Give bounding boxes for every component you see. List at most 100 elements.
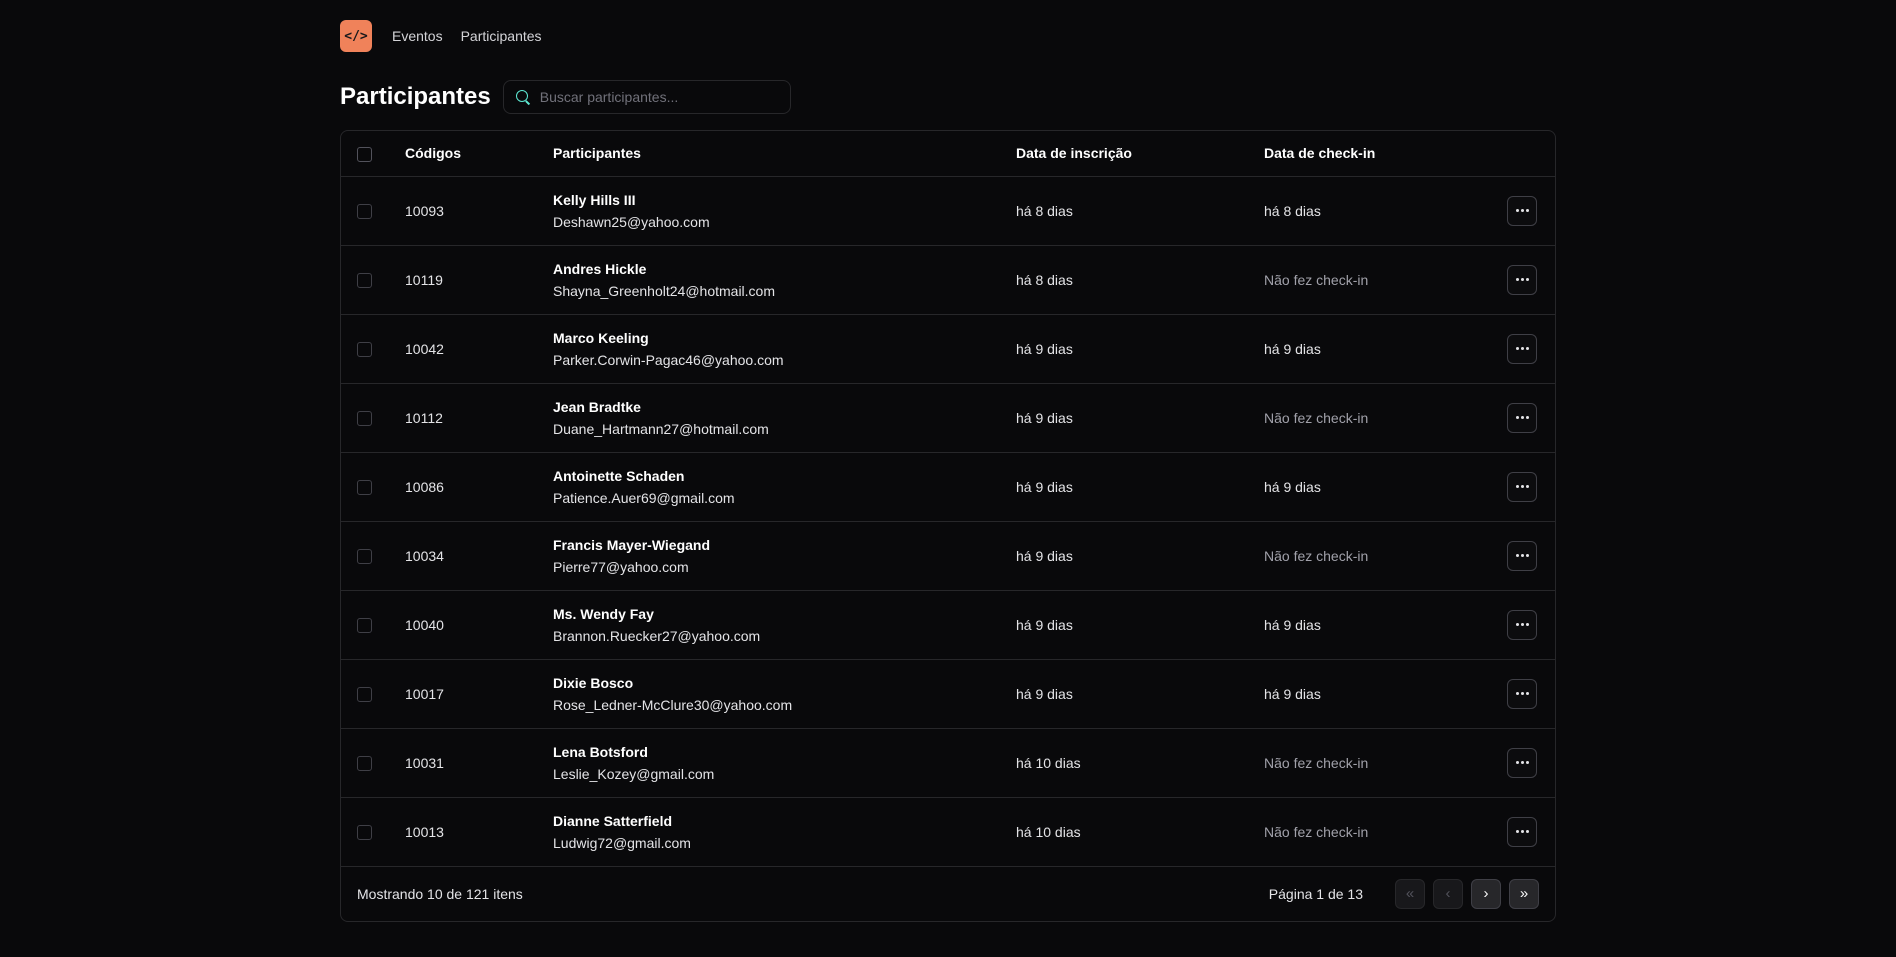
table-footer: Mostrando 10 de 121 itens Página 1 de 13… xyxy=(341,867,1555,921)
participant-cell: Marco Keeling Parker.Corwin-Pagac46@yaho… xyxy=(553,314,1016,383)
participant-code: 10013 xyxy=(405,823,444,840)
more-dots-icon xyxy=(1515,761,1519,764)
registered-date: há 9 dias xyxy=(1016,616,1073,633)
participant-code: 10119 xyxy=(405,271,443,288)
showing-count: Mostrando 10 de 121 itens xyxy=(357,885,523,902)
participant-name: Kelly Hills III xyxy=(553,191,636,208)
registered-date: há 9 dias xyxy=(1016,340,1073,357)
more-options-button[interactable] xyxy=(1507,816,1537,847)
participant-email: Ludwig72@gmail.com xyxy=(553,834,691,851)
select-all-checkbox[interactable] xyxy=(357,146,372,162)
checkin-date: Não fez check-in xyxy=(1264,754,1369,771)
table-row: 10013 Dianne Satterfield Ludwig72@gmail.… xyxy=(341,797,1555,866)
participant-cell: Jean Bradtke Duane_Hartmann27@hotmail.co… xyxy=(553,383,1016,452)
main-nav: Eventos Participantes xyxy=(392,28,560,44)
participant-code: 10042 xyxy=(405,340,444,357)
col-header-registered: Data de inscrição xyxy=(1016,145,1132,162)
table-row: 10112 Jean Bradtke Duane_Hartmann27@hotm… xyxy=(341,383,1555,452)
checkin-date: há 9 dias xyxy=(1264,478,1321,495)
checkin-date: há 9 dias xyxy=(1264,685,1321,702)
registered-date: há 10 dias xyxy=(1016,823,1081,840)
search-input[interactable] xyxy=(539,89,778,105)
participant-email: Patience.Auer69@gmail.com xyxy=(553,489,735,506)
more-dots-icon xyxy=(1515,278,1519,281)
table-row: 10086 Antoinette Schaden Patience.Auer69… xyxy=(341,452,1555,521)
row-checkbox[interactable] xyxy=(357,755,372,771)
participant-email: Rose_Ledner-McClure30@yahoo.com xyxy=(553,696,793,713)
next-page-button[interactable]: › xyxy=(1471,878,1501,909)
participant-email: Parker.Corwin-Pagac46@yahoo.com xyxy=(553,351,784,368)
row-checkbox[interactable] xyxy=(357,617,372,633)
more-dots-icon xyxy=(1515,347,1519,350)
app-container: </> Eventos Participantes Participantes … xyxy=(340,0,1556,922)
participant-code: 10017 xyxy=(405,685,444,702)
row-checkbox[interactable] xyxy=(357,410,372,426)
checkin-date: Não fez check-in xyxy=(1264,271,1369,288)
nav-participantes[interactable]: Participantes xyxy=(461,28,542,44)
prev-page-button[interactable]: ‹ xyxy=(1433,878,1463,909)
row-checkbox[interactable] xyxy=(357,479,372,495)
table-row: 10031 Lena Botsford Leslie_Kozey@gmail.c… xyxy=(341,728,1555,797)
logo-icon[interactable]: </> xyxy=(340,20,372,52)
participant-code: 10034 xyxy=(405,547,444,564)
participant-code: 10093 xyxy=(405,202,444,219)
participant-code: 10040 xyxy=(405,616,444,633)
more-dots-icon xyxy=(1515,623,1519,626)
participant-email: Leslie_Kozey@gmail.com xyxy=(553,765,715,782)
participant-code: 10031 xyxy=(405,754,444,771)
participant-name: Lena Botsford xyxy=(553,743,648,760)
more-dots-icon xyxy=(1515,416,1519,419)
row-checkbox[interactable] xyxy=(357,341,372,357)
table-row: 10093 Kelly Hills III Deshawn25@yahoo.co… xyxy=(341,176,1555,245)
more-options-button[interactable] xyxy=(1507,747,1537,778)
checkin-date: há 9 dias xyxy=(1264,340,1321,357)
row-checkbox[interactable] xyxy=(357,272,372,288)
registered-date: há 9 dias xyxy=(1016,478,1073,495)
table-row: 10017 Dixie Bosco Rose_Ledner-McClure30@… xyxy=(341,659,1555,728)
registered-date: há 9 dias xyxy=(1016,409,1073,426)
more-dots-icon xyxy=(1515,209,1519,212)
more-options-button[interactable] xyxy=(1507,333,1537,364)
first-page-button[interactable]: « xyxy=(1395,878,1425,909)
last-page-button[interactable]: » xyxy=(1509,878,1539,909)
participant-name: Francis Mayer-Wiegand xyxy=(553,536,711,553)
row-checkbox[interactable] xyxy=(357,203,372,219)
more-options-button[interactable] xyxy=(1507,471,1537,502)
table-row: 10042 Marco Keeling Parker.Corwin-Pagac4… xyxy=(341,314,1555,383)
search-box[interactable] xyxy=(502,80,791,114)
row-checkbox[interactable] xyxy=(357,824,372,840)
participant-cell: Lena Botsford Leslie_Kozey@gmail.com xyxy=(553,728,1016,797)
participant-cell: Dixie Bosco Rose_Ledner-McClure30@yahoo.… xyxy=(553,659,1016,728)
more-options-button[interactable] xyxy=(1507,264,1537,295)
pagination: Página 1 de 13 « ‹ › » xyxy=(1268,878,1539,909)
search-icon xyxy=(515,90,530,104)
col-header-checkin: Data de check-in xyxy=(1264,145,1376,162)
participant-code: 10086 xyxy=(405,478,444,495)
checkin-date: Não fez check-in xyxy=(1264,409,1369,426)
participant-name: Andres Hickle xyxy=(553,260,647,277)
page-info: Página 1 de 13 xyxy=(1268,885,1363,902)
more-dots-icon xyxy=(1515,692,1519,695)
more-options-button[interactable] xyxy=(1507,609,1537,640)
registered-date: há 8 dias xyxy=(1016,271,1073,288)
more-options-button[interactable] xyxy=(1507,678,1537,709)
row-checkbox[interactable] xyxy=(357,548,372,564)
participant-cell: Andres Hickle Shayna_Greenholt24@hotmail… xyxy=(553,245,1016,314)
nav-eventos[interactable]: Eventos xyxy=(392,28,443,44)
registered-date: há 9 dias xyxy=(1016,685,1073,702)
more-dots-icon xyxy=(1515,554,1519,557)
more-options-button[interactable] xyxy=(1507,402,1537,433)
top-nav: </> Eventos Participantes xyxy=(340,0,1556,72)
col-header-code: Códigos xyxy=(405,145,461,162)
row-checkbox[interactable] xyxy=(357,686,372,702)
participant-name: Dixie Bosco xyxy=(553,674,634,691)
table-row: 10040 Ms. Wendy Fay Brannon.Ruecker27@ya… xyxy=(341,590,1555,659)
more-dots-icon xyxy=(1515,485,1519,488)
more-options-button[interactable] xyxy=(1507,195,1537,226)
registered-date: há 10 dias xyxy=(1016,754,1081,771)
participant-name: Marco Keeling xyxy=(553,329,649,346)
participant-name: Dianne Satterfield xyxy=(553,812,673,829)
participant-email: Shayna_Greenholt24@hotmail.com xyxy=(553,282,776,299)
col-header-participant: Participantes xyxy=(553,145,641,162)
more-options-button[interactable] xyxy=(1507,540,1537,571)
